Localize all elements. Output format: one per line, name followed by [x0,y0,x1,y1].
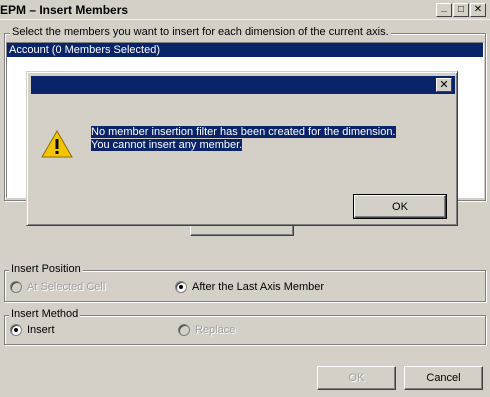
close-icon: ✕ [473,4,483,15]
warning-icon [41,130,73,158]
message-text: No member insertion filter has been crea… [91,126,411,152]
minimize-icon: _ [441,2,447,13]
close-button[interactable]: ✕ [470,3,486,17]
radio-label: After the Last Axis Member [192,281,325,293]
maximize-button[interactable]: □ [453,3,469,17]
message-box: ✕ No member insertion filter has been cr… [26,71,458,226]
message-text-content: No member insertion filter has been crea… [91,126,396,151]
window-title: EPM – Insert Members [0,3,129,17]
radio-label: Insert [27,324,55,336]
cancel-button[interactable]: Cancel [404,366,483,390]
radio-after-last-axis-member[interactable]: After the Last Axis Member [175,281,324,293]
radio-at-selected-cell[interactable]: At Selected Cell [10,281,105,293]
radio-circle [178,324,190,336]
radio-label: At Selected Cell [27,281,106,293]
radio-label: Replace [195,324,236,336]
insert-position-legend: Insert Position [9,263,83,275]
close-icon: ✕ [439,78,449,91]
radio-circle [10,281,22,293]
radio-circle [10,324,22,336]
radio-circle [175,281,187,293]
insert-method-legend: Insert Method [9,308,81,320]
message-box-title-bar: ✕ [31,76,455,94]
message-ok-button[interactable]: OK [353,194,447,219]
maximize-icon: □ [457,4,465,15]
message-box-close-button[interactable]: ✕ [436,78,452,92]
minimize-button[interactable]: _ [436,3,452,17]
list-item[interactable]: Account (0 Members Selected) [7,43,483,57]
ok-button[interactable]: OK [317,366,396,390]
radio-insert[interactable]: Insert [10,324,55,336]
radio-replace[interactable]: Replace [178,324,235,336]
window-title-bar: EPM – Insert Members _ □ ✕ [0,0,490,20]
members-group-legend: Select the members you want to insert fo… [10,26,391,38]
